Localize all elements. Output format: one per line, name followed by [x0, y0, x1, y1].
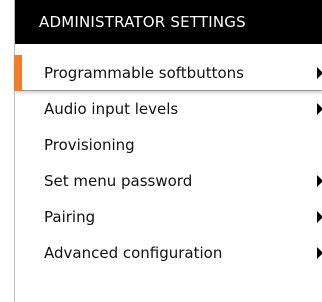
administrator-settings-menu: ADMINISTRATOR SETTINGS Programmable soft…: [14, 0, 322, 302]
menu-item-label: Programmable softbuttons: [44, 64, 244, 82]
triangle-right-icon: [317, 67, 322, 79]
menu-item-audio-input-levels[interactable]: Audio input levels: [15, 91, 322, 127]
menu-item-label: Provisioning: [44, 136, 135, 154]
menu-list: Programmable softbuttons Audio input lev…: [14, 55, 322, 271]
menu-item-label: Set menu password: [44, 172, 193, 190]
menu-item-advanced-configuration[interactable]: Advanced configuration: [15, 235, 322, 271]
triangle-right-icon: [317, 211, 322, 223]
menu-item-provisioning[interactable]: Provisioning: [15, 127, 322, 163]
menu-item-pairing[interactable]: Pairing: [15, 199, 322, 235]
menu-item-programmable-softbuttons[interactable]: Programmable softbuttons: [14, 55, 322, 91]
triangle-right-icon: [317, 247, 322, 259]
triangle-right-icon: [317, 175, 322, 187]
menu-header: ADMINISTRATOR SETTINGS: [15, 0, 322, 44]
menu-title: ADMINISTRATOR SETTINGS: [39, 13, 246, 31]
triangle-right-icon: [317, 103, 322, 115]
menu-item-set-menu-password[interactable]: Set menu password: [15, 163, 322, 199]
menu-item-label: Pairing: [44, 208, 96, 226]
menu-item-label: Advanced configuration: [44, 244, 223, 262]
menu-item-label: Audio input levels: [44, 100, 179, 118]
selection-indicator: [14, 55, 22, 91]
